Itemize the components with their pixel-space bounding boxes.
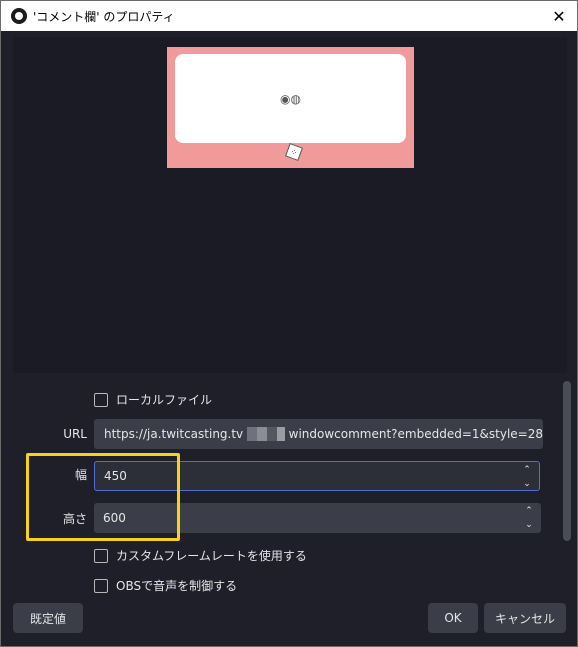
properties-scrollbar[interactable] (563, 381, 571, 541)
obs-audio-label: OBSで音声を制御する (116, 579, 238, 593)
title-bar: 'コメント欄' のプロパティ ✕ (1, 1, 577, 31)
width-value: 450 (104, 469, 127, 483)
url-prefix-text: https://ja.twitcasting.tv (104, 427, 244, 441)
height-value: 600 (103, 511, 126, 525)
ok-button[interactable]: OK (428, 603, 478, 633)
chevron-down-icon[interactable]: ⌄ (525, 520, 533, 530)
height-spin-arrows[interactable]: ⌃ ⌄ (523, 506, 535, 530)
width-spinbox[interactable]: 450 ⌃ ⌄ (94, 461, 540, 491)
height-spinbox[interactable]: 600 ⌃ ⌄ (94, 503, 541, 533)
obs-audio-checkbox-row[interactable]: OBSで音声を制御する (94, 577, 237, 594)
local-file-checkbox[interactable] (94, 392, 108, 407)
url-input[interactable]: https://ja.twitcasting.tv windowcomment?… (94, 419, 543, 449)
preview-emoji-icon: ◉◍ (280, 91, 301, 106)
window-title: 'コメント欄' のプロパティ (33, 9, 175, 24)
height-label: 高さ (62, 512, 87, 526)
obs-audio-checkbox[interactable] (94, 578, 108, 593)
chevron-up-icon[interactable]: ⌃ (523, 465, 531, 475)
chevron-up-icon[interactable]: ⌃ (525, 506, 533, 516)
preview-canvas: ◉◍ ⁘ (167, 47, 414, 168)
chevron-down-icon[interactable]: ⌄ (523, 479, 531, 489)
properties-dialog: 'コメント欄' のプロパティ ✕ ◉◍ ⁘ ローカルファイル URL https… (0, 0, 578, 647)
url-suffix-text: windowcomment?embedded=1&style=28 (288, 427, 543, 441)
custom-framerate-checkbox-row[interactable]: カスタムフレームレートを使用する (94, 547, 307, 564)
preview-dice-icon: ⁘ (285, 143, 303, 161)
local-file-checkbox-row[interactable]: ローカルファイル (94, 391, 212, 408)
custom-framerate-checkbox[interactable] (94, 548, 108, 563)
cancel-button[interactable]: キャンセル (484, 603, 566, 633)
source-preview: ◉◍ ⁘ (13, 37, 567, 373)
preview-comment-card: ◉◍ (175, 54, 406, 143)
url-redacted-segment (247, 427, 285, 441)
width-label: 幅 (74, 468, 87, 482)
width-spin-arrows[interactable]: ⌃ ⌄ (521, 465, 533, 489)
custom-framerate-label: カスタムフレームレートを使用する (116, 549, 307, 563)
obs-logo-icon (11, 8, 27, 24)
close-button[interactable]: ✕ (549, 6, 569, 26)
local-file-label: ローカルファイル (116, 393, 213, 407)
url-label: URL (63, 427, 87, 441)
defaults-button[interactable]: 既定値 (13, 603, 83, 633)
